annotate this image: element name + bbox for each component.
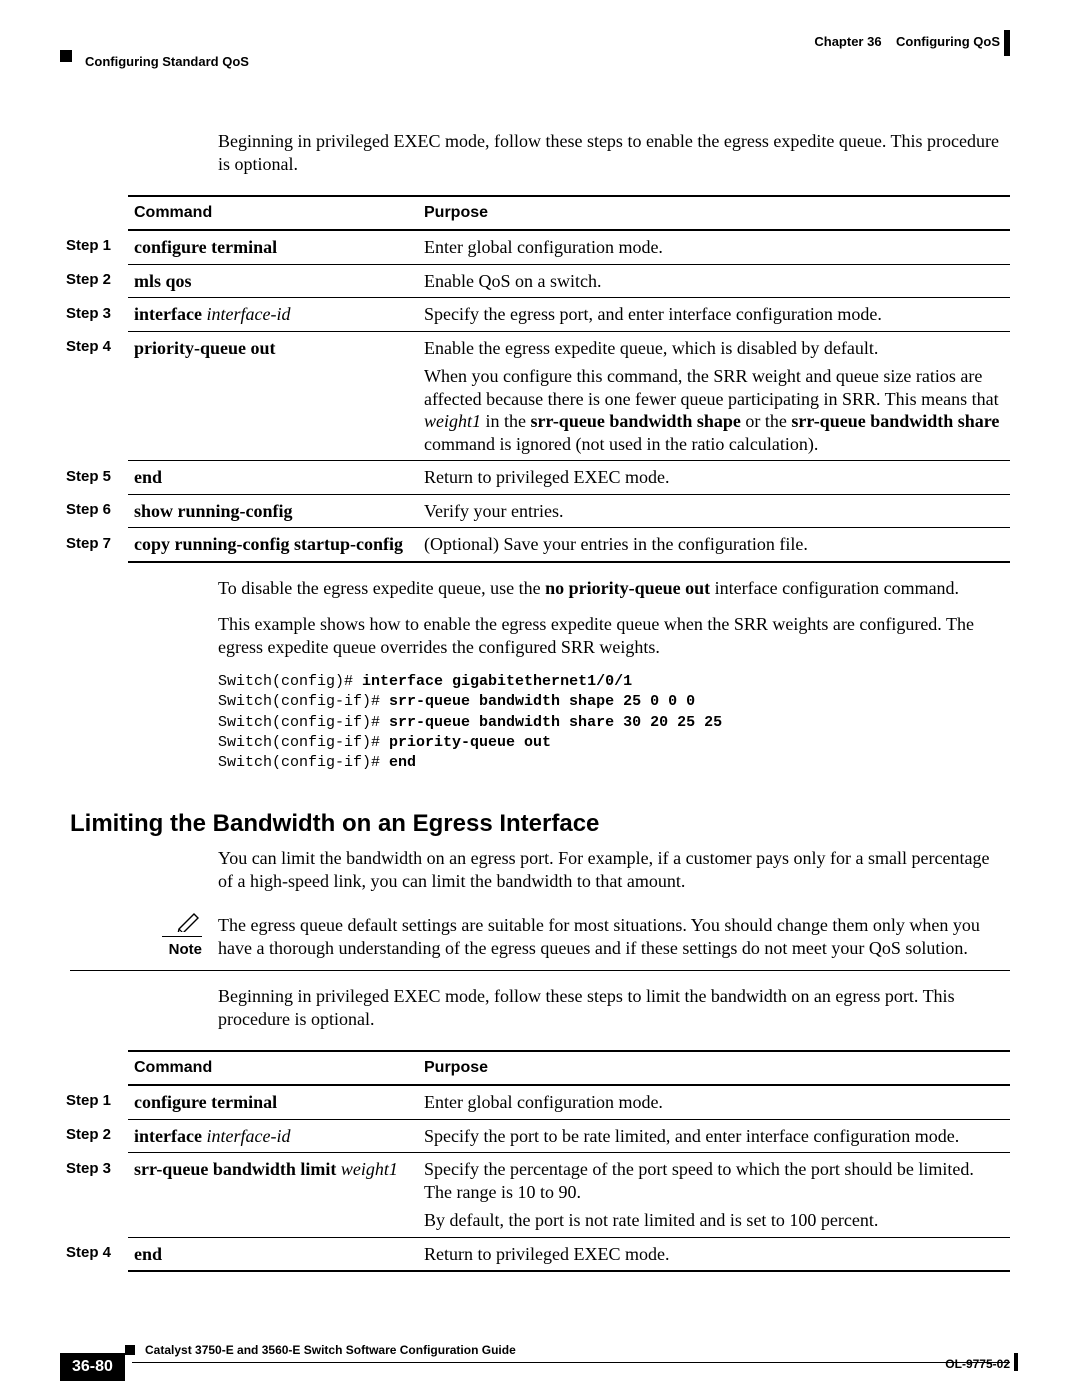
command-arg: weight1 bbox=[336, 1159, 398, 1179]
step-label: Step 7 bbox=[60, 528, 128, 562]
command-text: priority-queue out bbox=[134, 338, 276, 358]
purpose-text: Return to privileged EXEC mode. bbox=[418, 1237, 1010, 1271]
purpose-text: Enable the egress expedite queue, which … bbox=[424, 337, 1004, 360]
note-block: Note The egress queue default settings a… bbox=[70, 910, 1010, 971]
command-text: end bbox=[134, 1244, 162, 1264]
purpose-text: (Optional) Save your entries in the conf… bbox=[418, 528, 1010, 562]
step-label: Step 2 bbox=[60, 264, 128, 298]
step-label: Step 5 bbox=[60, 461, 128, 495]
command-text: srr-queue bandwidth limit bbox=[134, 1159, 336, 1179]
table-row: Step 2 mls qos Enable QoS on a switch. bbox=[60, 264, 1010, 298]
purpose-subtext: When you configure this command, the SRR… bbox=[424, 365, 1004, 455]
note-text: The egress queue default settings are su… bbox=[218, 910, 1010, 960]
table-row: Step 3 srr-queue bandwidth limit weight1… bbox=[60, 1153, 1010, 1238]
table-row: Step 4 end Return to privileged EXEC mod… bbox=[60, 1237, 1010, 1271]
note-label: Note bbox=[70, 941, 202, 960]
command-text: configure terminal bbox=[134, 237, 277, 257]
step-label: Step 4 bbox=[60, 331, 128, 461]
step-label: Step 2 bbox=[60, 1119, 128, 1153]
command-text: copy running-config startup-config bbox=[134, 534, 403, 554]
command-text: end bbox=[134, 467, 162, 487]
section-heading-bandwidth-limit: Limiting the Bandwidth on an Egress Inte… bbox=[70, 809, 1010, 839]
step-label: Step 3 bbox=[60, 298, 128, 332]
chapter-title: Configuring QoS bbox=[896, 34, 1000, 49]
document-number: OL-9775-02 bbox=[945, 1357, 1010, 1372]
step-label: Step 6 bbox=[60, 494, 128, 528]
table-row: Step 5 end Return to privileged EXEC mod… bbox=[60, 461, 1010, 495]
col-header-purpose: Purpose bbox=[418, 196, 1010, 230]
command-text: interface bbox=[134, 304, 202, 324]
command-text: mls qos bbox=[134, 271, 192, 291]
command-arg: interface-id bbox=[202, 1126, 290, 1146]
procedure-table-2: Command Purpose Step 1 configure termina… bbox=[60, 1050, 1010, 1272]
pencil-icon bbox=[70, 910, 202, 936]
purpose-text: Verify your entries. bbox=[418, 494, 1010, 528]
procedure-table-1: Command Purpose Step 1 configure termina… bbox=[60, 195, 1010, 563]
table-row: Step 1 configure terminal Enter global c… bbox=[60, 1085, 1010, 1119]
header-right-bar bbox=[1004, 30, 1010, 56]
disable-note: To disable the egress expedite queue, us… bbox=[218, 577, 1000, 600]
table-row: Step 3 interface interface-id Specify th… bbox=[60, 298, 1010, 332]
book-title: Catalyst 3750-E and 3560-E Switch Softwa… bbox=[145, 1343, 1010, 1358]
table-row: Step 2 interface interface-id Specify th… bbox=[60, 1119, 1010, 1153]
command-text: interface bbox=[134, 1126, 202, 1146]
footer-right-bar bbox=[1014, 1353, 1018, 1371]
step-label: Step 1 bbox=[60, 230, 128, 264]
command-text: show running-config bbox=[134, 501, 293, 521]
header-left-square bbox=[60, 50, 72, 62]
section2-paragraph-1: You can limit the bandwidth on an egress… bbox=[218, 847, 1000, 892]
step-label: Step 4 bbox=[60, 1237, 128, 1271]
page-footer: Catalyst 3750-E and 3560-E Switch Softwa… bbox=[60, 1347, 1010, 1363]
table-row: Step 7 copy running-config startup-confi… bbox=[60, 528, 1010, 562]
page-number: 36-80 bbox=[60, 1353, 125, 1381]
col-header-purpose: Purpose bbox=[418, 1051, 1010, 1085]
purpose-text: Enable QoS on a switch. bbox=[418, 264, 1010, 298]
purpose-text: Enter global configuration mode. bbox=[418, 1085, 1010, 1119]
col-header-command: Command bbox=[128, 196, 418, 230]
intro-paragraph-1: Beginning in privileged EXEC mode, follo… bbox=[218, 130, 1000, 175]
purpose-text: Return to privileged EXEC mode. bbox=[418, 461, 1010, 495]
example-intro: This example shows how to enable the egr… bbox=[218, 613, 1000, 658]
table-row: Step 6 show running-config Verify your e… bbox=[60, 494, 1010, 528]
section2-paragraph-2: Beginning in privileged EXEC mode, follo… bbox=[218, 985, 1000, 1030]
command-text: configure terminal bbox=[134, 1092, 277, 1112]
footer-square-icon bbox=[125, 1345, 135, 1355]
chapter-label: Chapter 36 bbox=[814, 34, 881, 49]
step-label: Step 3 bbox=[60, 1153, 128, 1238]
step-label: Step 1 bbox=[60, 1085, 128, 1119]
purpose-text: Specify the egress port, and enter inter… bbox=[418, 298, 1010, 332]
table-row: Step 4 priority-queue out Enable the egr… bbox=[60, 331, 1010, 461]
purpose-subtext: By default, the port is not rate limited… bbox=[424, 1209, 1004, 1232]
running-header-right: Chapter 36 Configuring QoS bbox=[814, 34, 1000, 50]
purpose-text: Specify the port to be rate limited, and… bbox=[418, 1119, 1010, 1153]
table-row: Step 1 configure terminal Enter global c… bbox=[60, 230, 1010, 264]
purpose-text: Specify the percentage of the port speed… bbox=[424, 1158, 1004, 1203]
cli-example: Switch(config)# interface gigabitetherne… bbox=[218, 672, 1000, 773]
command-arg: interface-id bbox=[202, 304, 290, 324]
col-header-command: Command bbox=[128, 1051, 418, 1085]
purpose-text: Enter global configuration mode. bbox=[418, 230, 1010, 264]
running-header-left: Configuring Standard QoS bbox=[85, 54, 249, 70]
